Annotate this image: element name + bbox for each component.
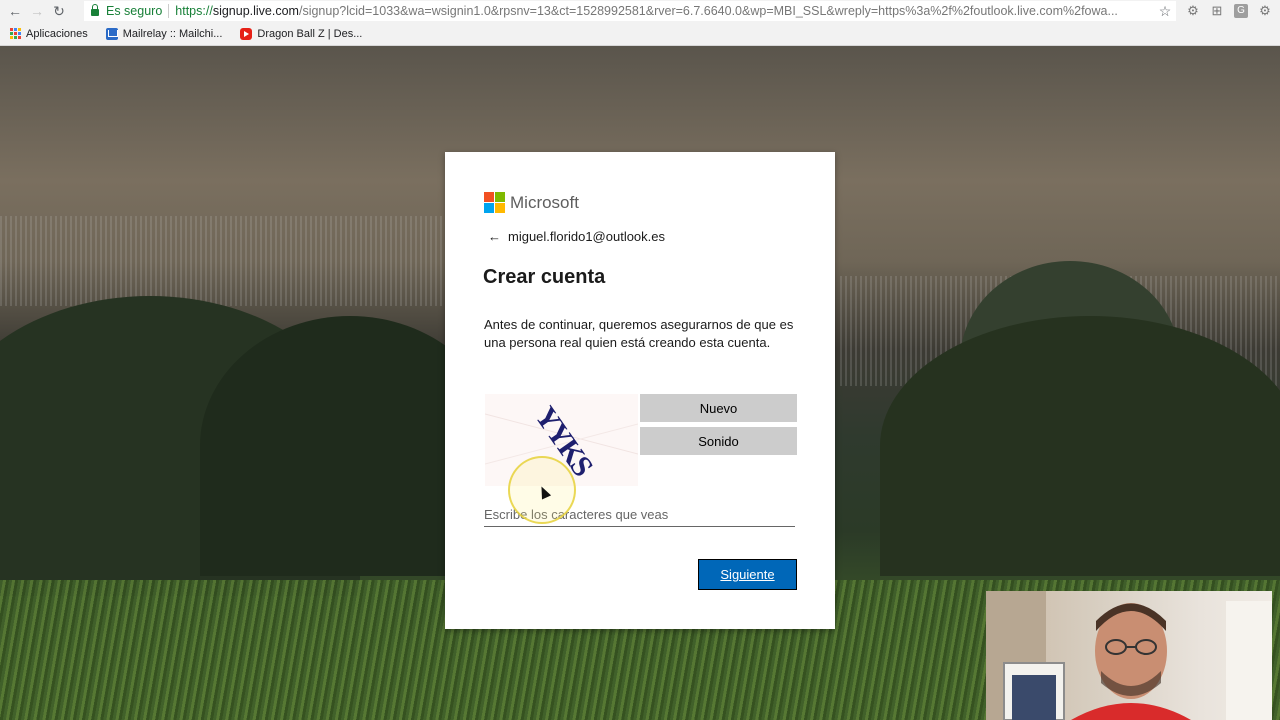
bookmark-apps[interactable]: Aplicaciones [10, 27, 88, 40]
reload-icon[interactable]: ↻ [48, 0, 70, 22]
security-label: Es seguro [106, 4, 163, 18]
bookmarks-bar: Aplicaciones Mailrelay :: Mailchi... Dra… [0, 22, 1280, 46]
new-captcha-button[interactable]: Nuevo [640, 394, 797, 422]
extension-grid-icon[interactable]: ⊞ [1208, 2, 1226, 20]
identity-back-link[interactable]: ← miguel.florido1@outlook.es [488, 229, 665, 244]
url-scheme: https:// [175, 4, 213, 18]
youtube-icon [240, 27, 253, 40]
address-bar[interactable]: Es seguro https:// signup.live.com /sign… [84, 1, 1176, 21]
audio-captcha-button[interactable]: Sonido [640, 427, 797, 455]
webcam-overlay [986, 591, 1272, 720]
forward-icon[interactable]: → [26, 0, 48, 22]
lock-icon [91, 3, 99, 16]
page-title: Crear cuenta [483, 266, 606, 288]
url-path: /signup?lcid=1033&wa=wsignin1.0&rpsnv=13… [298, 4, 1118, 18]
distant-city [0, 216, 470, 306]
microsoft-logo-icon [484, 192, 505, 213]
mailrelay-icon [105, 27, 118, 40]
bookmark-dragonball[interactable]: Dragon Ball Z | Des... [240, 27, 363, 40]
url-divider [168, 4, 170, 18]
description: Antes de continuar, queremos asegurarnos… [484, 317, 794, 350]
brand-name: Microsoft [510, 192, 579, 212]
bookmark-label: Aplicaciones [26, 27, 88, 40]
webcam-svg [986, 591, 1272, 720]
browser-toolbar: ← → ↻ Es seguro https:// signup.live.com… [0, 0, 1280, 22]
bookmark-mailrelay[interactable]: Mailrelay :: Mailchi... [105, 27, 223, 40]
extension-gear-icon[interactable]: ⚙ [1184, 2, 1202, 20]
back-arrow-icon[interactable]: ← [488, 229, 501, 244]
back-icon[interactable]: ← [4, 0, 26, 22]
microsoft-logo: Microsoft [484, 192, 579, 213]
extension-g-icon[interactable]: G [1232, 2, 1250, 20]
next-button[interactable]: Siguiente [698, 559, 797, 590]
extension-settings-icon[interactable]: ⚙ [1256, 2, 1274, 20]
bookmark-label: Dragon Ball Z | Des... [257, 27, 363, 40]
signup-dialog: Microsoft ← miguel.florido1@outlook.es C… [445, 152, 835, 629]
bookmark-star-icon[interactable]: ☆ [1154, 3, 1176, 20]
hill-far-right [880, 316, 1280, 576]
bookmark-label: Mailrelay :: Mailchi... [122, 27, 223, 40]
apps-grid-icon [10, 27, 21, 40]
url-host: signup.live.com [212, 4, 299, 18]
identity-email: miguel.florido1@outlook.es [508, 229, 666, 244]
